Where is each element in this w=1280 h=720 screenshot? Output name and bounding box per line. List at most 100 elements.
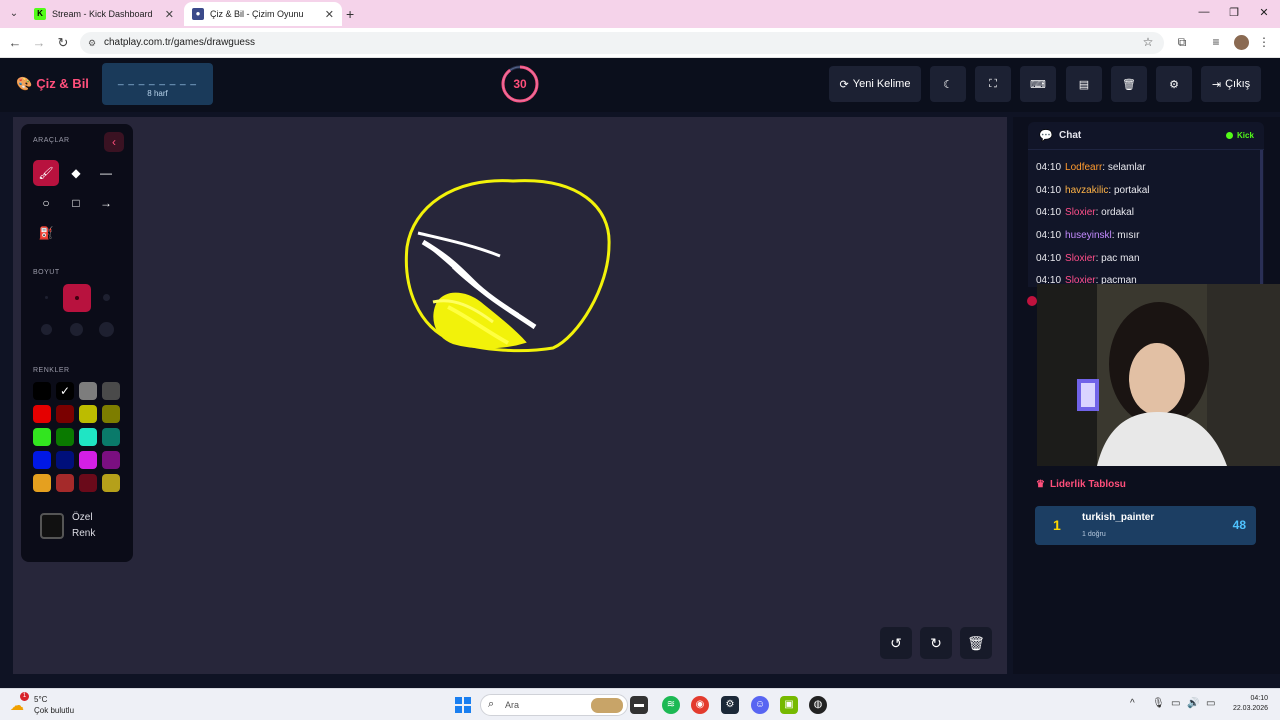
color-swatch[interactable] [79, 474, 97, 492]
fullscreen-button[interactable]: ⛶ [975, 66, 1011, 102]
color-swatch[interactable] [102, 451, 120, 469]
archive-button[interactable]: ▤ [1066, 66, 1102, 102]
color-swatch[interactable] [79, 428, 97, 446]
tray-chevron-icon[interactable]: ^ [1130, 698, 1135, 709]
reload-icon[interactable]: ↻ [55, 35, 71, 51]
correct-count: 1 doğru [1082, 531, 1106, 538]
color-swatch[interactable] [56, 474, 74, 492]
message-username[interactable]: huseyinskl [1065, 230, 1112, 241]
custom-color-label: Özel Renk [72, 510, 95, 542]
color-swatch[interactable] [79, 382, 97, 400]
windows-start-icon[interactable] [455, 697, 471, 713]
maximize-icon[interactable]: ❐ [1224, 6, 1244, 19]
redo-button[interactable]: ↻ [920, 627, 952, 659]
color-swatch[interactable]: ✓ [56, 382, 74, 400]
color-swatch[interactable] [56, 428, 74, 446]
size-option-2[interactable] [63, 284, 91, 312]
message-username[interactable]: Sloxier [1065, 207, 1096, 218]
fill-tool-button[interactable]: ⛽ [33, 220, 59, 246]
line-tool-button[interactable]: — [93, 160, 119, 186]
site-info-icon[interactable]: ⚙ [88, 32, 96, 54]
address-bar-row: ← → ↻ ⚙ chatplay.com.tr/games/drawguess … [0, 28, 1280, 58]
minimize-icon[interactable]: — [1194, 6, 1214, 18]
message-username[interactable]: Lodfearr [1065, 162, 1102, 173]
spotify-icon[interactable]: ≋ [662, 696, 680, 714]
network-icon[interactable]: ▭ [1171, 698, 1180, 709]
size-option-6[interactable] [99, 322, 114, 337]
browser-menu-icon[interactable]: ⋮ [1256, 35, 1272, 49]
taskbar-search[interactable]: ⌕ Ara [480, 694, 628, 716]
nvidia-icon[interactable]: ▣ [780, 696, 798, 714]
obs-icon[interactable]: ◍ [809, 696, 827, 714]
clear-canvas-button[interactable]: 🗑 [960, 627, 992, 659]
message-username[interactable]: havzakilic [1065, 185, 1108, 196]
size-option-5[interactable] [70, 323, 83, 336]
eraser-tool-button[interactable]: ◆ [63, 160, 89, 186]
weather-badge: 1 [20, 692, 29, 701]
chat-scrollbar[interactable] [1260, 150, 1263, 287]
chat-message: 04:10 Sloxier: ordakal [1036, 207, 1258, 230]
forward-icon[interactable]: → [31, 35, 47, 50]
system-clock[interactable]: 04:10 22.03.2026 [1228, 694, 1268, 714]
message-text: : pac man [1095, 252, 1140, 264]
arrow-tool-button[interactable]: → [93, 190, 119, 216]
chrome-icon[interactable]: ◉ [691, 696, 709, 714]
custom-color-button[interactable] [40, 513, 64, 539]
paint-bucket-icon: ⛽ [38, 226, 54, 240]
collapse-panel-button[interactable]: ‹ [104, 132, 124, 152]
exit-button[interactable]: ⇥ Çıkış [1201, 66, 1261, 102]
delete-button[interactable]: 🗑 [1111, 66, 1147, 102]
new-tab-icon[interactable]: + [346, 6, 354, 22]
steam-icon[interactable]: ⚙ [721, 696, 739, 714]
profile-avatar[interactable] [1234, 35, 1249, 50]
color-swatch[interactable] [79, 405, 97, 423]
bookmark-star-icon[interactable]: ☆ [1140, 35, 1156, 49]
discord-icon[interactable]: ☺ [751, 696, 769, 714]
tab-drawguess[interactable]: ● Çiz & Bil - Çizim Oyunu ✕ [184, 2, 342, 26]
color-swatch[interactable] [33, 428, 51, 446]
drawing-canvas[interactable] [13, 117, 1007, 674]
new-word-button[interactable]: ⟳ Yeni Kelime [829, 66, 921, 102]
color-swatch[interactable] [33, 474, 51, 492]
close-tab-icon[interactable]: ✕ [325, 8, 334, 21]
reading-list-icon[interactable]: ≡ [1208, 35, 1224, 49]
keyboard-button[interactable]: ⌨ [1020, 66, 1056, 102]
back-icon[interactable]: ← [7, 35, 23, 50]
brush-tool-button[interactable]: 🖌 [33, 160, 59, 186]
rectangle-tool-button[interactable]: □ [63, 190, 89, 216]
color-swatch[interactable] [102, 405, 120, 423]
size-option-3[interactable] [103, 294, 110, 301]
crown-icon: ♛ [1036, 479, 1045, 490]
extensions-icon[interactable]: ⧉ [1174, 35, 1190, 50]
color-swatch[interactable] [33, 382, 51, 400]
size-option-1[interactable] [45, 296, 48, 299]
new-word-label: Yeni Kelime [852, 78, 911, 90]
message-username[interactable]: Sloxier [1065, 253, 1096, 264]
circle-tool-button[interactable]: ○ [33, 190, 59, 216]
tab-search-icon[interactable]: ⌄ [6, 6, 22, 22]
color-swatch[interactable] [56, 405, 74, 423]
color-swatch[interactable] [33, 405, 51, 423]
settings-button[interactable]: ⚙ [1156, 66, 1192, 102]
color-swatch[interactable] [33, 451, 51, 469]
volume-icon[interactable]: 🔊 [1187, 698, 1199, 709]
battery-icon[interactable]: ▭ [1206, 698, 1215, 709]
brand-logo[interactable]: 🎨 Çiz & Bil [16, 76, 89, 92]
tab-title: Çiz & Bil - Çizim Oyunu [210, 9, 304, 19]
color-swatch[interactable] [102, 474, 120, 492]
file-explorer-icon[interactable]: ▬ [630, 696, 648, 714]
size-option-4[interactable] [41, 324, 52, 335]
color-swatch[interactable] [79, 451, 97, 469]
theme-toggle-button[interactable]: ☾ [930, 66, 966, 102]
tab-kick-dashboard[interactable]: K Stream - Kick Dashboard ✕ [26, 2, 182, 26]
color-swatch[interactable] [56, 451, 74, 469]
undo-button[interactable]: ↺ [880, 627, 912, 659]
close-tab-icon[interactable]: ✕ [165, 8, 174, 21]
color-swatch[interactable] [102, 428, 120, 446]
fullscreen-icon: ⛶ [989, 77, 997, 90]
chat-messages[interactable]: 04:10 Lodfearr: selamlar 04:10 havzakilic: … [1036, 162, 1258, 287]
color-swatch[interactable] [102, 382, 120, 400]
url-field[interactable]: ⚙ chatplay.com.tr/games/drawguess [80, 32, 1164, 54]
close-window-icon[interactable]: ✕ [1254, 6, 1274, 19]
microphone-icon[interactable]: 🎙 [1152, 698, 1165, 709]
